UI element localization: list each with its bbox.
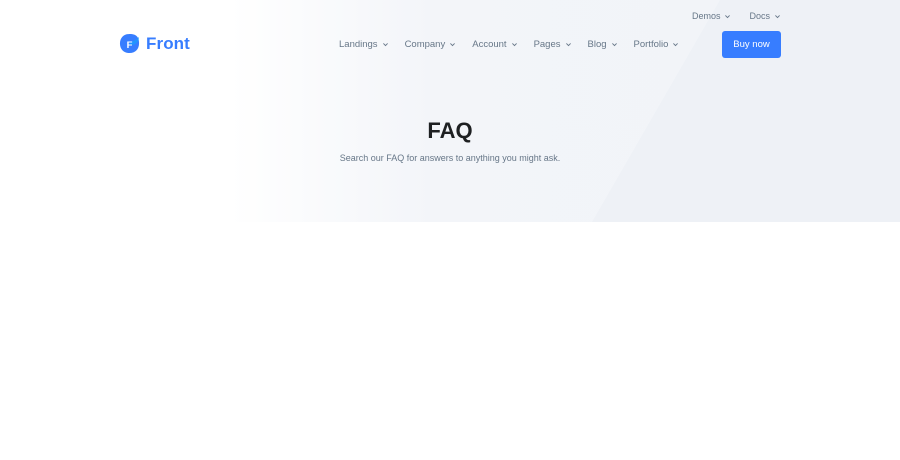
front-logo-icon: F: [119, 33, 140, 54]
topbar-demos-label: Demos: [691, 11, 721, 21]
chevron-down-icon: [511, 42, 517, 46]
nav-item-label: Portfolio: [633, 38, 669, 50]
nav-item-label: Company: [404, 38, 446, 50]
topbar: Demos Docs: [692, 9, 781, 23]
nav-item-account[interactable]: Account: [472, 39, 517, 50]
chevron-down-icon: [725, 14, 731, 18]
nav-item-company[interactable]: Company: [405, 39, 457, 50]
brand-logo[interactable]: F Front: [119, 33, 190, 54]
buy-now-button[interactable]: Buy now: [722, 31, 781, 58]
chevron-down-icon: [673, 42, 679, 46]
chevron-down-icon: [382, 42, 388, 46]
nav-item-blog[interactable]: Blog: [588, 39, 618, 50]
topbar-docs-label: Docs: [749, 11, 770, 21]
nav-item-label: Pages: [533, 38, 561, 50]
topbar-demos[interactable]: Demos: [692, 11, 732, 21]
page-title: FAQ: [427, 118, 473, 143]
nav-item-pages[interactable]: Pages: [534, 39, 572, 50]
nav-item-label: Blog: [587, 38, 607, 50]
chevron-down-icon: [775, 14, 780, 18]
chevron-down-icon: [450, 42, 456, 46]
main-nav: Landings Company Account Pages Blog Port…: [339, 31, 695, 57]
hero-section: Demos Docs F Front Landings Company Acco…: [0, 0, 900, 222]
page-subtitle: Search our FAQ for answers to anything y…: [339, 153, 561, 163]
nav-item-label: Landings: [339, 38, 378, 50]
logo-text: Front: [146, 33, 190, 53]
nav-item-label: Account: [472, 38, 507, 50]
nav-item-portfolio[interactable]: Portfolio: [634, 39, 680, 50]
chevron-down-icon: [565, 42, 571, 46]
logo-mark-letter: F: [127, 40, 133, 51]
topbar-docs[interactable]: Docs: [749, 11, 781, 21]
chevron-down-icon: [611, 42, 617, 46]
nav-item-landings[interactable]: Landings: [339, 39, 389, 50]
